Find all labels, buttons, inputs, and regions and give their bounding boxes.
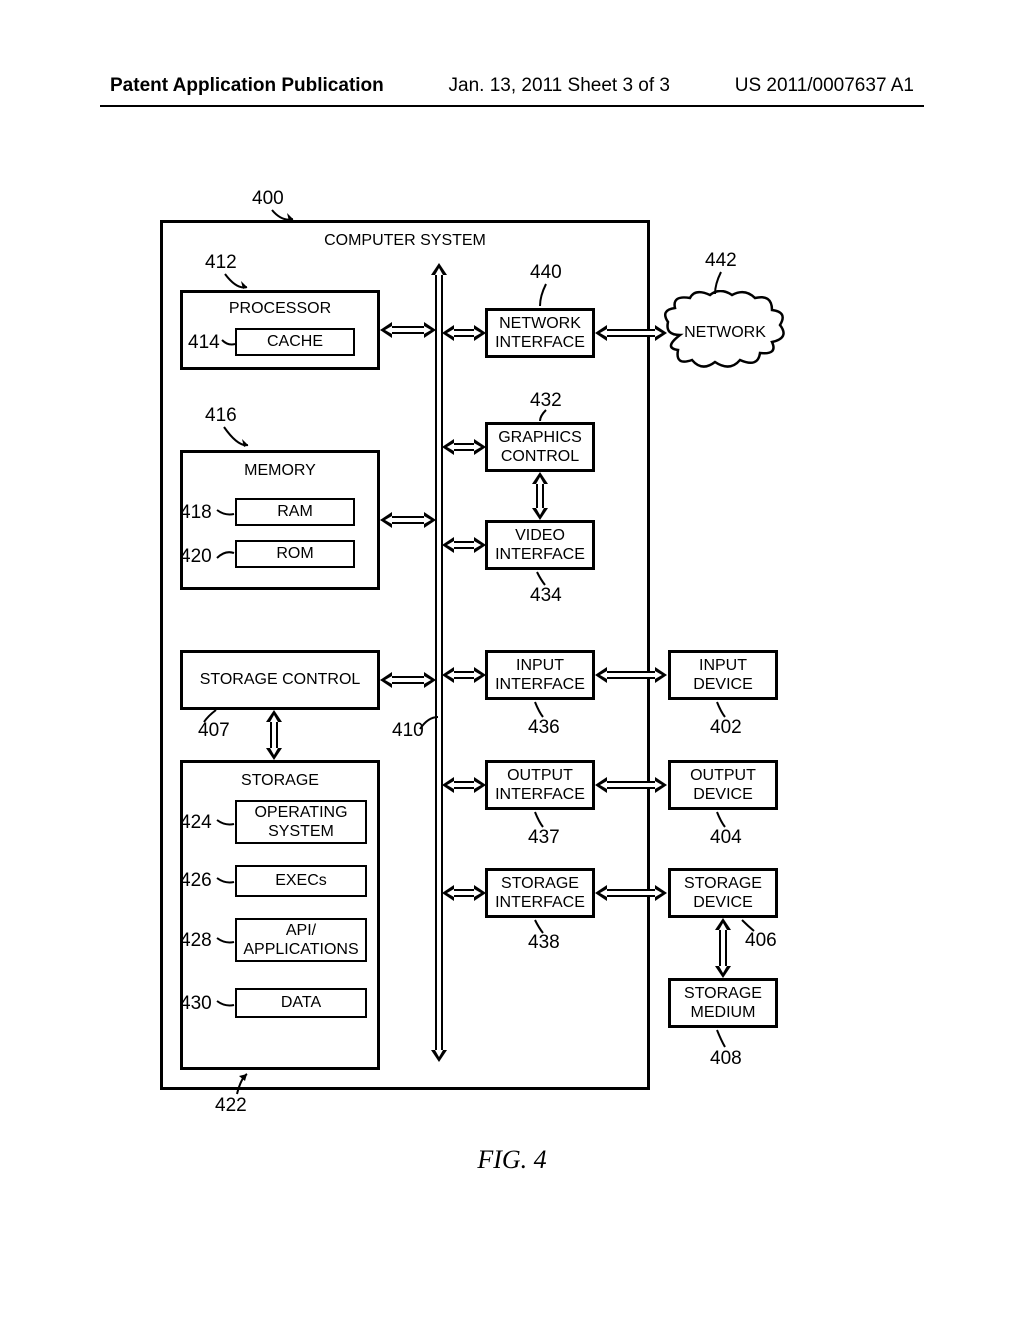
leader-430 [215, 999, 237, 1011]
leader-410 [418, 715, 442, 733]
rom-label: ROM [276, 544, 313, 563]
bus-line [435, 272, 443, 1052]
header-center: Jan. 13, 2011 Sheet 3 of 3 [449, 75, 671, 97]
ram-label: RAM [277, 502, 313, 521]
ref-440: 440 [530, 262, 562, 284]
storage-interface-label: STORAGE INTERFACE [488, 874, 592, 912]
ref-412: 412 [205, 252, 237, 274]
leader-434 [535, 570, 555, 588]
leader-442 [713, 270, 733, 298]
input-device-label: INPUT DEVICE [671, 656, 775, 694]
cache-box: CACHE [235, 328, 355, 356]
storage-device-box: STORAGE DEVICE [668, 868, 778, 918]
ref-424: 424 [180, 812, 212, 834]
storage-control-label: STORAGE CONTROL [200, 670, 361, 689]
leader-416 [222, 425, 254, 453]
leader-422 [235, 1070, 255, 1098]
ref-436: 436 [528, 717, 560, 739]
leader-414 [220, 338, 238, 350]
cache-label: CACHE [267, 332, 323, 351]
ref-430: 430 [180, 993, 212, 1015]
leader-428 [215, 936, 237, 948]
network-interface-box: NETWORK INTERFACE [485, 308, 595, 358]
ref-414: 414 [188, 332, 220, 354]
computer-system-title: COMPUTER SYSTEM [324, 231, 486, 250]
network-cloud: NETWORK [660, 290, 790, 375]
figure-label: FIG. 4 [0, 1145, 1024, 1175]
ref-408: 408 [710, 1048, 742, 1070]
leader-432 [538, 408, 558, 424]
page-header: Patent Application Publication Jan. 13, … [0, 0, 1024, 105]
input-interface-box: INPUT INTERFACE [485, 650, 595, 700]
api-applications-label: API/ APPLICATIONS [237, 921, 365, 959]
rom-box: ROM [235, 540, 355, 568]
leader-406 [740, 918, 760, 934]
leader-407 [202, 708, 220, 724]
bus-arrow-top [431, 263, 447, 275]
leader-440 [538, 282, 558, 310]
leader-402 [715, 700, 735, 720]
leader-424 [215, 818, 237, 830]
ref-404: 404 [710, 827, 742, 849]
ram-box: RAM [235, 498, 355, 526]
ref-422: 422 [215, 1095, 247, 1117]
ref-416: 416 [205, 405, 237, 427]
leader-426 [215, 876, 237, 888]
ref-426: 426 [180, 870, 212, 892]
storage-interface-box: STORAGE INTERFACE [485, 868, 595, 918]
processor-label: PROCESSOR [229, 299, 331, 318]
video-interface-box: VIDEO INTERFACE [485, 520, 595, 570]
data-box: DATA [235, 988, 367, 1018]
output-interface-label: OUTPUT INTERFACE [488, 766, 592, 804]
storage-medium-box: STORAGE MEDIUM [668, 978, 778, 1028]
ref-428: 428 [180, 930, 212, 952]
ref-418: 418 [180, 502, 212, 524]
network-text: NETWORK [684, 324, 766, 341]
input-device-box: INPUT DEVICE [668, 650, 778, 700]
network-interface-label: NETWORK INTERFACE [488, 314, 592, 352]
ref-420: 420 [180, 546, 212, 568]
memory-label: MEMORY [244, 461, 316, 480]
data-label: DATA [281, 993, 321, 1012]
output-interface-box: OUTPUT INTERFACE [485, 760, 595, 810]
leader-404 [715, 810, 735, 830]
header-divider [100, 105, 924, 107]
input-interface-label: INPUT INTERFACE [488, 656, 592, 694]
graphics-control-box: GRAPHICS CONTROL [485, 422, 595, 472]
output-device-label: OUTPUT DEVICE [671, 766, 775, 804]
ref-402: 402 [710, 717, 742, 739]
storage-control-box: STORAGE CONTROL [180, 650, 380, 710]
execs-label: EXECs [275, 871, 327, 890]
storage-label: STORAGE [241, 771, 319, 790]
output-device-box: OUTPUT DEVICE [668, 760, 778, 810]
diagram-container: COMPUTER SYSTEM 400 410 PROCESSOR CACHE … [140, 200, 840, 1130]
operating-system-box: OPERATING SYSTEM [235, 800, 367, 844]
leader-436 [533, 700, 553, 720]
bus-arrow-bottom [431, 1050, 447, 1062]
header-left: Patent Application Publication [110, 75, 384, 97]
execs-box: EXECs [235, 865, 367, 897]
leader-412 [223, 272, 253, 294]
ref-442: 442 [705, 250, 737, 272]
ref-434: 434 [530, 585, 562, 607]
video-interface-label: VIDEO INTERFACE [488, 526, 592, 564]
leader-437 [533, 810, 553, 830]
leader-408 [715, 1028, 735, 1050]
ref-400: 400 [252, 188, 284, 210]
api-applications-box: API/ APPLICATIONS [235, 918, 367, 962]
leader-420 [215, 548, 237, 562]
storage-medium-label: STORAGE MEDIUM [671, 984, 775, 1022]
storage-device-label: STORAGE DEVICE [671, 874, 775, 912]
header-right: US 2011/0007637 A1 [735, 75, 914, 97]
ref-437: 437 [528, 827, 560, 849]
leader-438 [533, 918, 553, 936]
operating-system-label: OPERATING SYSTEM [237, 803, 365, 841]
graphics-control-label: GRAPHICS CONTROL [488, 428, 592, 466]
leader-418 [215, 508, 237, 520]
leader-400 [270, 208, 300, 224]
